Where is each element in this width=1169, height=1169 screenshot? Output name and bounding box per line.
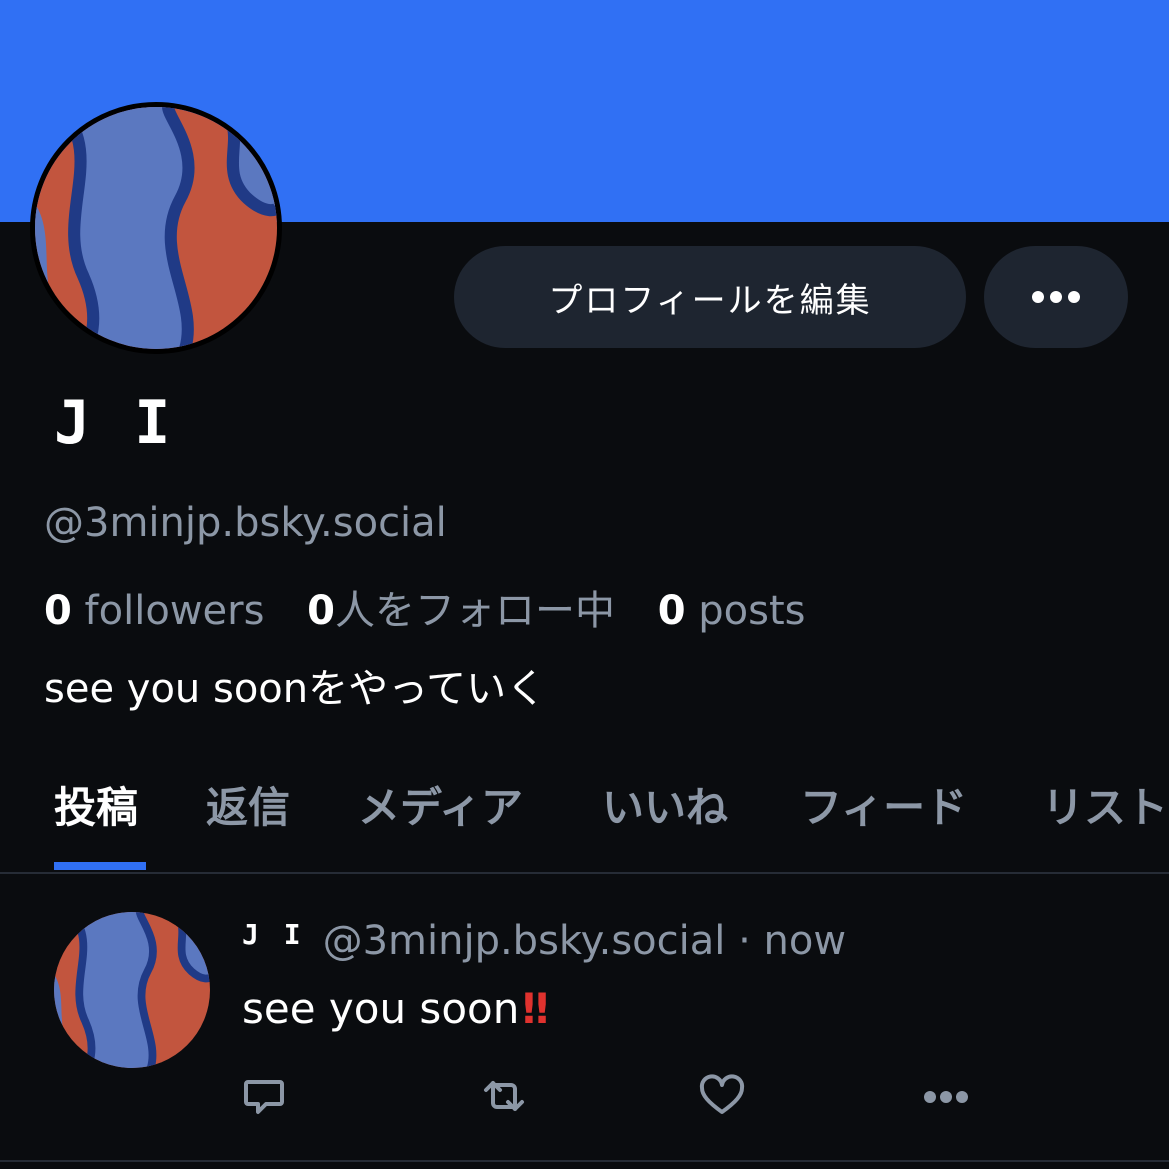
- reply-button[interactable]: [240, 1072, 288, 1120]
- display-name: J I: [54, 388, 175, 458]
- repost-button[interactable]: [480, 1072, 528, 1120]
- more-options-button[interactable]: [984, 246, 1128, 348]
- following-stat[interactable]: 0人をフォロー中: [307, 588, 615, 634]
- post-author-avatar[interactable]: [54, 912, 210, 1068]
- edit-profile-button[interactable]: プロフィールを編集: [454, 246, 966, 348]
- post-item[interactable]: J I @3minjp.bsky.social · now see you soo…: [0, 874, 1169, 1162]
- tab-media[interactable]: メディア: [358, 774, 523, 835]
- posts-count: 0: [657, 588, 686, 634]
- posts-stat: 0 posts: [658, 588, 806, 634]
- post-author-handle[interactable]: @3minjp.bsky.social: [323, 918, 726, 964]
- post-body: see you soon: [242, 984, 520, 1033]
- following-label: 人をフォロー中: [334, 588, 615, 634]
- profile-tabs: 投稿 返信 メディア いいね フィード リスト: [0, 760, 1169, 874]
- profile-page: プロフィールを編集 J I @3minjp.bsky.social 0 foll…: [0, 0, 1169, 1169]
- tab-lists[interactable]: リスト: [1042, 774, 1168, 835]
- like-button[interactable]: [698, 1072, 746, 1120]
- followers-label: followers: [71, 588, 265, 634]
- tab-likes[interactable]: いいね: [602, 774, 728, 835]
- post-author-name[interactable]: J I: [242, 918, 305, 951]
- posts-label: posts: [685, 588, 806, 634]
- double-exclamation-emoji: !!: [519, 984, 551, 1033]
- profile-handle: @3minjp.bsky.social: [44, 500, 447, 546]
- tab-replies[interactable]: 返信: [206, 774, 290, 835]
- tab-posts[interactable]: 投稿: [54, 774, 138, 835]
- following-count: 0: [307, 588, 335, 634]
- post-header: J I @3minjp.bsky.social · now: [242, 918, 846, 964]
- repost-icon: [484, 1081, 524, 1111]
- post-separator: ·: [725, 918, 764, 964]
- reply-icon: [244, 1080, 284, 1114]
- avatar-image: [35, 107, 277, 349]
- like-icon: [699, 1074, 745, 1114]
- avatar-image: [54, 912, 210, 1068]
- followers-stat[interactable]: 0 followers: [44, 588, 264, 634]
- post-more-button[interactable]: [922, 1088, 970, 1107]
- active-tab-indicator: [54, 862, 146, 870]
- followers-count: 0: [44, 588, 72, 634]
- tab-feeds[interactable]: フィード: [800, 774, 967, 835]
- more-icon: [922, 1088, 970, 1107]
- profile-stats: 0 followers 0人をフォロー中 0 posts: [44, 578, 836, 636]
- post-time[interactable]: now: [764, 918, 847, 964]
- profile-bio: see you soonをやっていく: [44, 666, 547, 712]
- ellipsis-icon: [1029, 288, 1083, 307]
- profile-avatar[interactable]: [30, 102, 282, 354]
- post-text: see you soon!!: [242, 984, 552, 1033]
